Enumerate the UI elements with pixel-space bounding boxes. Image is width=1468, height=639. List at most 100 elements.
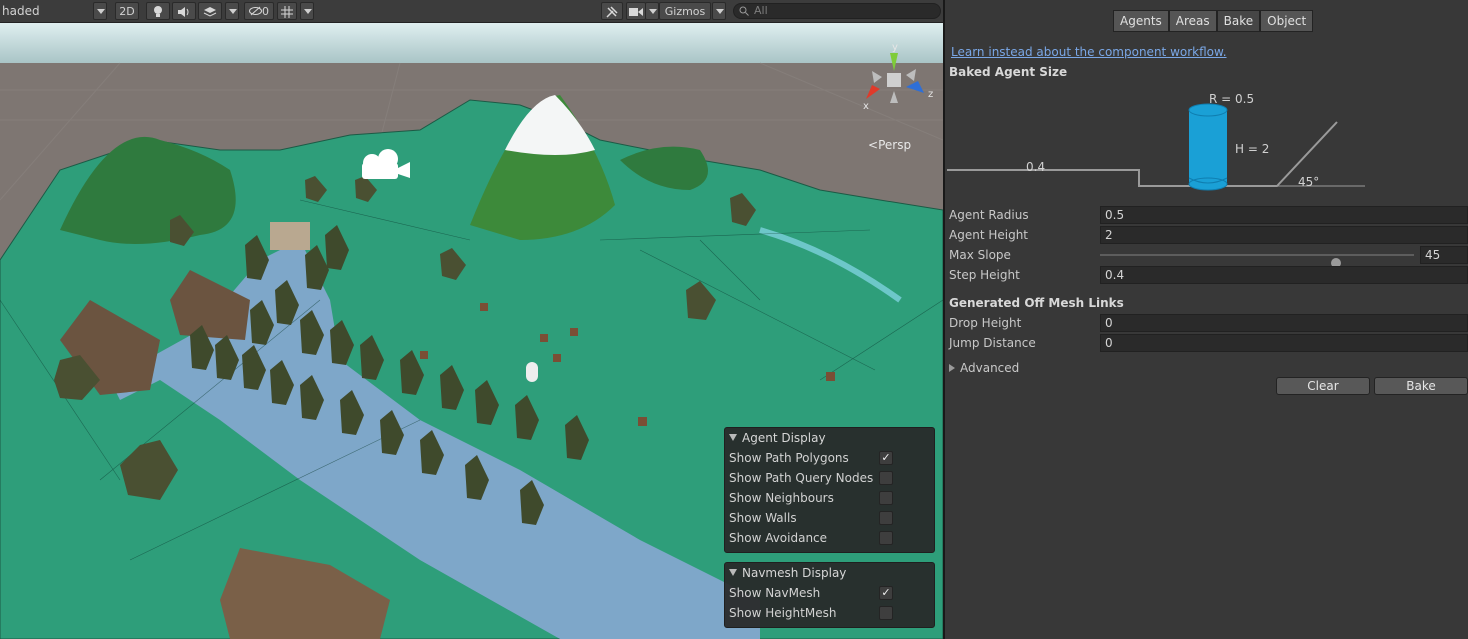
show-avoidance-row[interactable]: Show Avoidance <box>725 528 934 548</box>
radius-label: R = 0.5 <box>1209 92 1255 106</box>
projection-label: Persp <box>878 138 912 152</box>
show-navmesh-checkbox[interactable]: ✓ <box>879 586 893 600</box>
show-heightmesh-label: Show HeightMesh <box>729 606 837 620</box>
agent-height-field[interactable]: 2 <box>1100 226 1468 244</box>
speaker-icon <box>178 7 189 17</box>
off-mesh-links-title: Generated Off Mesh Links <box>949 296 1124 310</box>
show-path-query-nodes-row[interactable]: Show Path Query Nodes <box>725 468 934 488</box>
show-neighbours-checkbox[interactable] <box>879 491 893 505</box>
z-axis-cone[interactable] <box>906 81 924 93</box>
show-walls-label: Show Walls <box>729 511 797 525</box>
y-axis-cone[interactable] <box>890 53 898 71</box>
camera-icon <box>629 8 643 16</box>
layers-icon <box>203 7 217 17</box>
show-heightmesh-checkbox[interactable] <box>879 606 893 620</box>
slope-label: 45° <box>1298 175 1320 189</box>
advanced-foldout[interactable]: Advanced <box>949 359 1019 377</box>
show-path-polygons-row[interactable]: Show Path Polygons ✓ <box>725 448 934 468</box>
gizmos-chevron-icon[interactable] <box>712 2 726 20</box>
hidden-count: 0 <box>262 5 269 18</box>
grid-chevron-icon[interactable] <box>300 2 314 20</box>
foldout-triangle-icon <box>729 434 737 441</box>
search-icon <box>739 6 749 16</box>
shading-mode-dropdown[interactable]: haded <box>2 2 40 20</box>
drop-height-label: Drop Height <box>949 316 1022 330</box>
max-slope-label: Max Slope <box>949 248 1011 262</box>
scene-toolbar: haded 2D 0 Gizmos All <box>0 0 943 23</box>
audio-toggle-button[interactable] <box>172 2 196 20</box>
drop-height-row: Drop Height 0 <box>949 314 1468 332</box>
camera-chevron-icon[interactable] <box>645 2 659 20</box>
show-neighbours-label: Show Neighbours <box>729 491 834 505</box>
navmesh-display-title: Navmesh Display <box>742 566 847 580</box>
navmesh-display-header[interactable]: Navmesh Display <box>725 563 934 583</box>
agent-display-header[interactable]: Agent Display <box>725 428 934 448</box>
agent-display-panel: Agent Display Show Path Polygons ✓ Show … <box>724 427 935 553</box>
step-label: 0.4 <box>1026 160 1046 174</box>
tools-button[interactable] <box>601 2 623 20</box>
navigation-inspector: Agents Areas Bake Object Learn instead a… <box>945 0 1468 639</box>
shading-mode-chevron-icon[interactable] <box>93 2 107 20</box>
wrench-icon <box>606 6 618 18</box>
agent-display-title: Agent Display <box>742 431 826 445</box>
max-slope-slider[interactable] <box>1100 254 1414 268</box>
show-neighbours-row[interactable]: Show Neighbours <box>725 488 934 508</box>
max-slope-field[interactable]: 45 <box>1420 246 1468 264</box>
component-workflow-link[interactable]: Learn instead about the component workfl… <box>951 45 1227 59</box>
foldout-triangle-icon <box>949 364 955 372</box>
tab-object[interactable]: Object <box>1260 10 1314 32</box>
show-path-polygons-checkbox[interactable]: ✓ <box>879 451 893 465</box>
jump-distance-label: Jump Distance <box>949 336 1036 350</box>
effects-chevron-icon[interactable] <box>225 2 239 20</box>
bake-button[interactable]: Bake <box>1374 377 1468 395</box>
show-path-polygons-label: Show Path Polygons <box>729 451 849 465</box>
navigation-tabs: Agents Areas Bake Object <box>1113 10 1314 32</box>
show-avoidance-label: Show Avoidance <box>729 531 828 545</box>
height-label: H = 2 <box>1235 142 1270 156</box>
orientation-gizmo[interactable]: y x z <box>860 41 940 119</box>
step-height-label: Step Height <box>949 268 1020 282</box>
search-placeholder: All <box>754 4 768 17</box>
x-axis-label: x <box>863 101 869 112</box>
eye-slash-icon <box>249 6 262 16</box>
agent-height-label: Agent Height <box>949 228 1029 242</box>
agent-height-row: Agent Height 2 <box>949 226 1468 244</box>
grid-toggle-button[interactable] <box>277 2 297 20</box>
step-height-field[interactable]: 0.4 <box>1100 266 1468 284</box>
projection-toggle[interactable]: <Persp <box>868 138 911 152</box>
show-navmesh-label: Show NavMesh <box>729 586 821 600</box>
scene-view[interactable]: haded 2D 0 Gizmos All y x z <Persp Agent… <box>0 0 943 639</box>
show-navmesh-row[interactable]: Show NavMesh ✓ <box>725 583 934 603</box>
tab-agents[interactable]: Agents <box>1113 10 1169 32</box>
hidden-objects-toggle[interactable]: 0 <box>244 2 274 20</box>
baked-agent-size-title: Baked Agent Size <box>949 65 1068 79</box>
show-walls-checkbox[interactable] <box>879 511 893 525</box>
jump-distance-field[interactable]: 0 <box>1100 334 1468 352</box>
show-walls-row[interactable]: Show Walls <box>725 508 934 528</box>
show-path-query-nodes-checkbox[interactable] <box>879 471 893 485</box>
show-heightmesh-row[interactable]: Show HeightMesh <box>725 603 934 623</box>
advanced-label: Advanced <box>960 361 1020 375</box>
back-arrow-icon: < <box>868 138 879 152</box>
grid-icon <box>281 6 293 18</box>
navmesh-display-panel: Navmesh Display Show NavMesh ✓ Show Heig… <box>724 562 935 628</box>
step-height-row: Step Height 0.4 <box>949 266 1468 284</box>
y-axis-label: y <box>892 42 898 53</box>
agent-radius-row: Agent Radius 0.5 <box>949 206 1468 224</box>
show-path-query-nodes-label: Show Path Query Nodes <box>729 471 874 485</box>
x-axis-cone[interactable] <box>866 85 880 99</box>
agent-radius-field[interactable]: 0.5 <box>1100 206 1468 224</box>
scene-search-input[interactable]: All <box>733 3 941 19</box>
effects-toggle-button[interactable] <box>198 2 222 20</box>
drop-height-field[interactable]: 0 <box>1100 314 1468 332</box>
2d-toggle-button[interactable]: 2D <box>115 2 139 20</box>
show-avoidance-checkbox[interactable] <box>879 531 893 545</box>
clear-button[interactable]: Clear <box>1276 377 1370 395</box>
lightbulb-icon <box>154 6 162 17</box>
lighting-toggle-button[interactable] <box>146 2 170 20</box>
tab-bake[interactable]: Bake <box>1216 10 1261 32</box>
tab-areas[interactable]: Areas <box>1168 10 1217 32</box>
gizmos-button[interactable]: Gizmos <box>659 2 711 20</box>
max-slope-row: Max Slope 45 <box>949 246 1468 268</box>
camera-settings-button[interactable] <box>626 2 646 20</box>
